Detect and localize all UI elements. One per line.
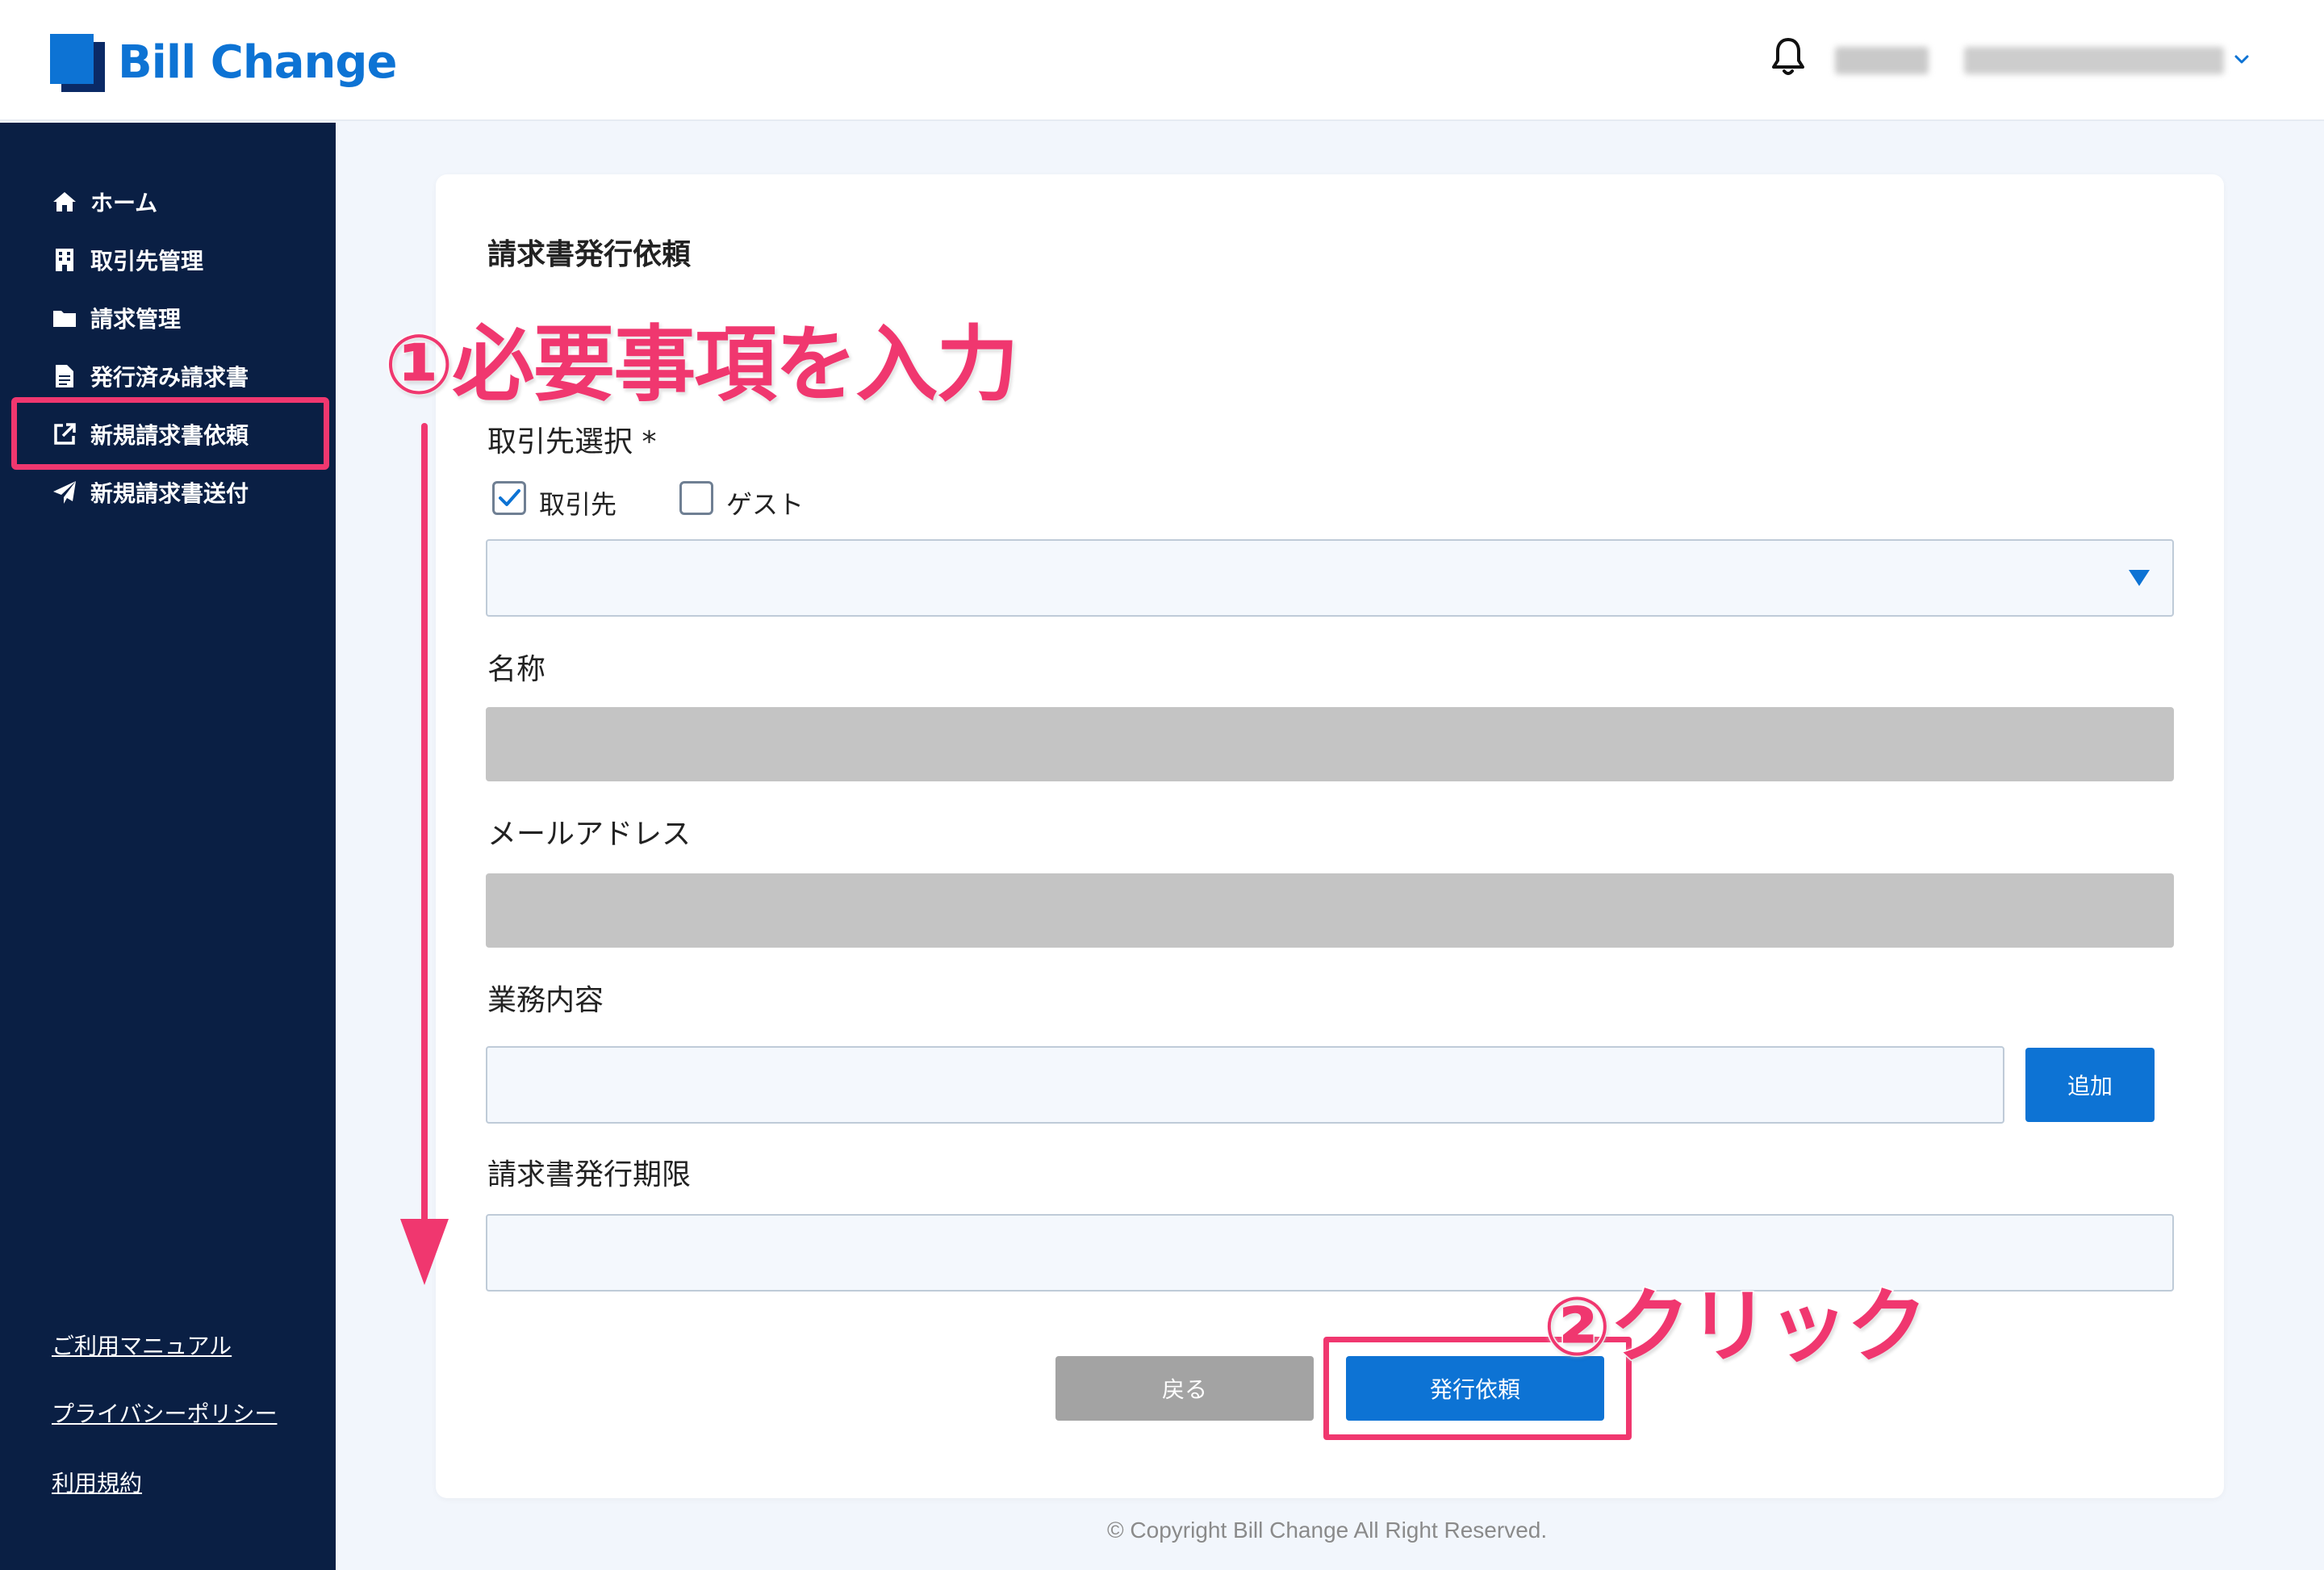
document-icon <box>52 363 77 389</box>
company-name-redacted[interactable] <box>1964 47 2224 74</box>
chevron-down-icon[interactable] <box>2232 50 2251 69</box>
partner-select-label: 取引先選択 * <box>487 425 657 458</box>
step1-annotation: ①必要事項を入力 <box>382 316 1019 415</box>
bell-icon[interactable] <box>1769 36 1808 79</box>
partner-select-dropdown[interactable] <box>486 539 2174 617</box>
brand-logo[interactable]: Bill Change <box>50 24 397 101</box>
privacy-policy-link[interactable]: プライバシーポリシー <box>52 1396 277 1429</box>
step2-annotation: ②クリック <box>1542 1279 1929 1375</box>
terms-of-use-link[interactable]: 利用規約 <box>52 1466 142 1498</box>
sidebar-item-label: 請求管理 <box>90 306 182 333</box>
brand-name: Bill Change <box>118 36 397 89</box>
work-content-input[interactable] <box>486 1046 2004 1124</box>
sidebar-item-partners[interactable]: 取引先管理 <box>52 237 203 283</box>
partner-type-checkbox-partner[interactable] <box>492 481 526 515</box>
checkmark-icon <box>499 489 520 506</box>
down-arrow-annotation <box>400 423 449 1285</box>
manual-link[interactable]: ご利用マニュアル <box>52 1329 232 1361</box>
invoice-deadline-label: 請求書発行期限 <box>487 1158 692 1191</box>
caret-down-icon <box>2129 570 2150 586</box>
home-icon <box>52 189 77 215</box>
building-icon <box>52 247 77 273</box>
user-name-redacted <box>1835 47 1929 74</box>
folder-icon <box>52 305 77 331</box>
email-field <box>486 873 2174 948</box>
copyright-text: © Copyright Bill Change All Right Reserv… <box>1107 1518 1548 1543</box>
partner-type-label-guest: ゲスト <box>726 489 805 520</box>
partner-type-label-partner: 取引先 <box>539 489 617 520</box>
logo-mark-icon <box>50 33 107 92</box>
sidebar-item-billing[interactable]: 請求管理 <box>52 295 181 341</box>
back-button[interactable]: 戻る <box>1055 1356 1314 1421</box>
paper-plane-icon <box>52 479 77 505</box>
email-label: メールアドレス <box>487 818 692 851</box>
sidebar-item-issued-invoices[interactable]: 発行済み請求書 <box>52 354 249 399</box>
page-title: 請求書発行依頼 <box>487 238 692 271</box>
top-header: Bill Change <box>0 0 2324 121</box>
sidebar-highlight-box <box>11 397 329 470</box>
work-content-label: 業務内容 <box>487 984 604 1017</box>
add-work-button[interactable]: 追加 <box>2025 1048 2155 1122</box>
partner-type-checkbox-guest[interactable] <box>679 481 713 515</box>
sidebar-item-label: 取引先管理 <box>90 248 204 274</box>
sidebar-item-label: ホーム <box>90 190 158 216</box>
sidebar-item-home[interactable]: ホーム <box>52 179 157 224</box>
name-label: 名称 <box>487 653 546 686</box>
name-field <box>486 707 2174 781</box>
sidebar-item-send-new-invoice[interactable]: 新規請求書送付 <box>52 470 249 515</box>
sidebar-item-label: 新規請求書送付 <box>90 480 249 507</box>
sidebar-item-label: 発行済み請求書 <box>90 364 249 391</box>
